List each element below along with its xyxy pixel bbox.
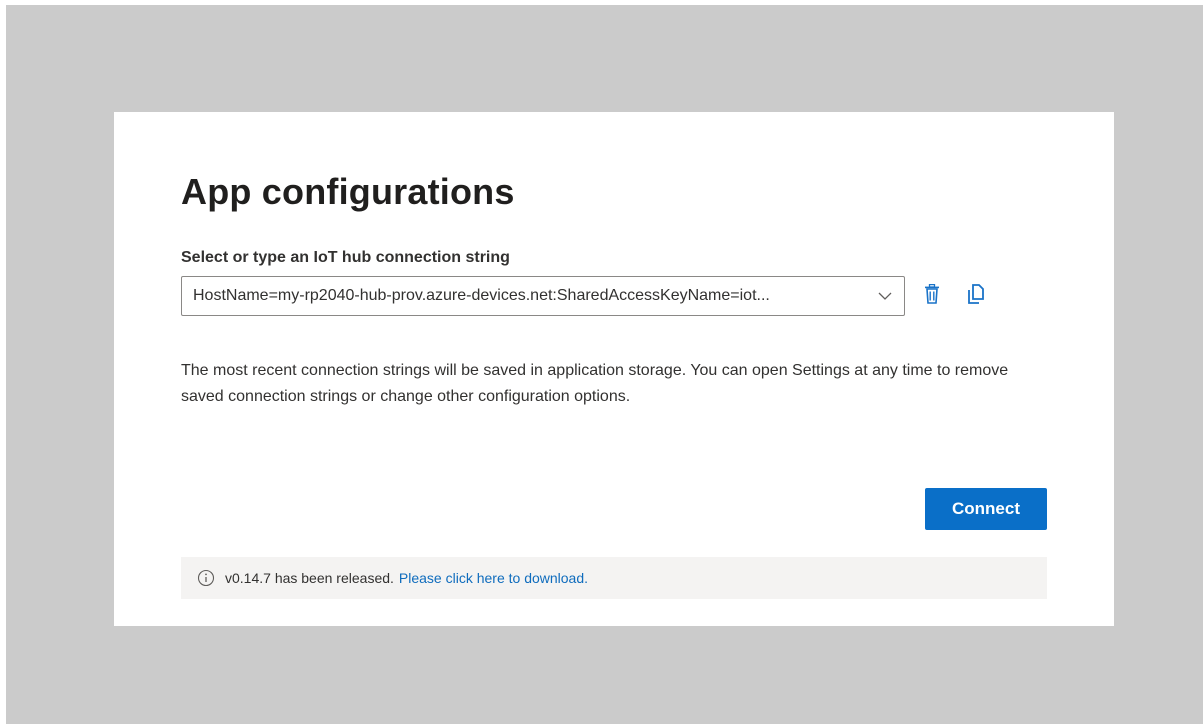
chevron-down-icon[interactable]	[866, 277, 904, 315]
app-configurations-dialog: App configurations Select or type an IoT…	[114, 112, 1114, 626]
download-link[interactable]: Please click here to download.	[399, 570, 588, 586]
copy-connection-string-button[interactable]	[963, 283, 989, 309]
connection-string-input[interactable]	[182, 277, 866, 315]
dialog-title: App configurations	[181, 171, 515, 212]
modal-backdrop: App configurations Select or type an IoT…	[6, 5, 1203, 724]
connection-string-combobox[interactable]	[181, 276, 905, 316]
connection-string-label: Select or type an IoT hub connection str…	[181, 249, 510, 266]
update-notice-text: v0.14.7 has been released.	[225, 570, 394, 586]
delete-icon	[924, 283, 940, 309]
copy-icon	[966, 283, 986, 309]
info-icon	[197, 569, 215, 587]
delete-connection-string-button[interactable]	[919, 283, 945, 309]
update-notice-bar: v0.14.7 has been released. Please click …	[181, 557, 1047, 599]
help-text: The most recent connection strings will …	[181, 362, 1009, 405]
connect-button[interactable]: Connect	[925, 488, 1047, 530]
